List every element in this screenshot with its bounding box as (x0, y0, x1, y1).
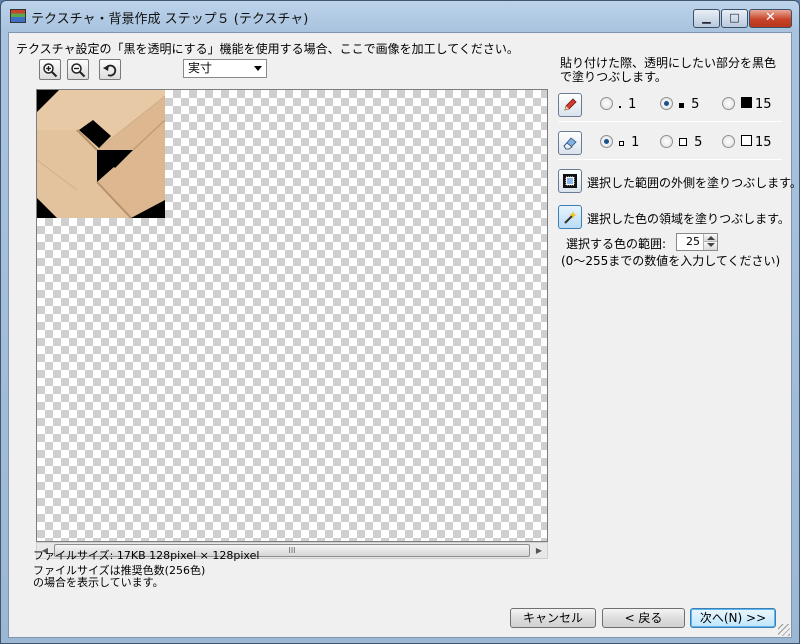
dialog-client: テクスチャ設定の「黒を透明にする」機能を使用する場合、ここで画像を加工してくださ… (8, 32, 800, 638)
eraser-button[interactable] (558, 131, 582, 155)
eraser-size-5-radio[interactable] (660, 135, 673, 148)
eraser-row: 1 5 15 (558, 131, 788, 155)
pencil-row: 1 5 15 (558, 93, 788, 117)
title-bar[interactable]: テクスチャ・背景作成 ステップ５ (テクスチャ) ▁ □ ✕ (1, 1, 799, 31)
eraser-size-1[interactable]: 1 (600, 135, 639, 150)
pencil-size-15[interactable]: 15 (722, 97, 772, 112)
zoom-in-icon (43, 63, 58, 78)
zoom-out-icon (71, 63, 86, 78)
pencil-size-1-radio[interactable] (600, 97, 613, 110)
zoom-out-button[interactable] (67, 59, 89, 80)
zoom-select[interactable]: 実寸 (183, 59, 267, 78)
color-range-value[interactable]: 25 (686, 235, 700, 248)
instruction-text: テクスチャ設定の「黒を透明にする」機能を使用する場合、ここで画像を加工してくださ… (16, 42, 519, 56)
file-size-note-2: の場合を表示しています。 (33, 576, 164, 589)
fill-color-button[interactable] (558, 205, 582, 229)
fill-color-label: 選択した色の領域を塗りつぶします。 (587, 212, 790, 226)
pencil-size-15-radio[interactable] (722, 97, 735, 110)
file-size-text: ファイルサイズ: 17KB 128pixel × 128pixel (33, 549, 260, 562)
eraser-size-5[interactable]: 5 (660, 135, 702, 150)
fill-outside-label: 選択した範囲の外側を塗りつぶします。 (587, 176, 800, 190)
spin-up-icon[interactable] (703, 234, 717, 242)
magic-wand-icon (564, 211, 577, 224)
spin-down-icon[interactable] (703, 242, 717, 250)
pencil-size-5-radio[interactable] (660, 97, 673, 110)
cancel-button[interactable]: キャンセル (510, 608, 596, 628)
image-canvas[interactable] (36, 89, 548, 542)
fill-outside-row: 選択した範囲の外側を塗りつぶします。 (558, 169, 800, 193)
pencil-size-1[interactable]: 1 (600, 97, 636, 112)
pencil-icon (564, 98, 577, 111)
fill-outside-button[interactable] (558, 169, 582, 193)
eraser-size-15[interactable]: 15 (722, 135, 772, 150)
eraser-icon (563, 137, 577, 150)
undo-icon (103, 64, 117, 77)
divider (558, 121, 782, 122)
close-button[interactable]: ✕ (749, 9, 792, 28)
zoom-in-button[interactable] (39, 59, 61, 80)
divider (558, 159, 782, 160)
dialog-window: テクスチャ・背景作成 ステップ５ (テクスチャ) ▁ □ ✕ テクスチャ設定の「… (0, 0, 800, 644)
minimize-button[interactable]: ▁ (693, 9, 720, 28)
color-range-spinner[interactable]: 25 (676, 233, 718, 251)
eraser-size-1-radio[interactable] (600, 135, 613, 148)
eraser-size-15-radio[interactable] (722, 135, 735, 148)
help-text: 貼り付けた際、透明にしたい部分を黒色で塗りつぶします。 (560, 56, 777, 84)
scroll-right-icon[interactable]: ▶ (531, 543, 547, 558)
undo-button[interactable] (99, 59, 121, 80)
back-button[interactable]: < 戻る (602, 608, 685, 628)
resize-grip-icon[interactable] (778, 624, 790, 636)
zoom-select-value: 実寸 (188, 61, 213, 75)
color-range-hint: (0～255までの数値を入力してください) (561, 254, 781, 268)
app-icon (10, 9, 26, 23)
pencil-button[interactable] (558, 93, 582, 117)
maximize-button[interactable]: □ (721, 9, 748, 28)
select-fill-outside-icon (563, 174, 577, 188)
texture-image (37, 90, 165, 218)
window-title: テクスチャ・背景作成 ステップ５ (テクスチャ) (31, 12, 309, 27)
fill-color-row: 選択した色の領域を塗りつぶします。 (558, 205, 790, 229)
pencil-size-5[interactable]: 5 (660, 97, 699, 112)
next-button[interactable]: 次へ(N) >> (690, 608, 776, 628)
color-range-label: 選択する色の範囲: (566, 237, 667, 251)
chevron-down-icon (254, 66, 262, 71)
